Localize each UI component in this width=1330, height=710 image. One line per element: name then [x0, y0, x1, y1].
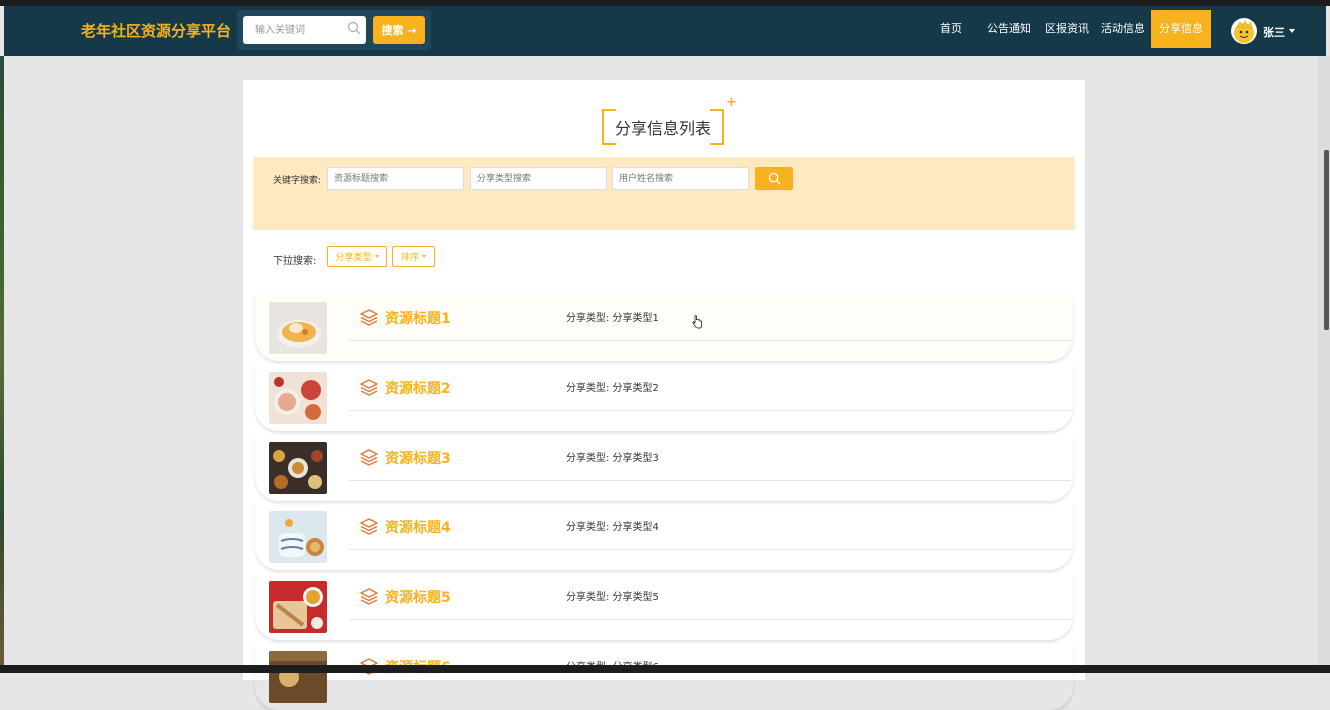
list-item[interactable]: 资源标题6 分享类型: 分享类型6 [255, 644, 1073, 710]
search-icon [768, 172, 781, 185]
list-item[interactable]: 资源标题1 分享类型: 分享类型1 [255, 295, 1073, 361]
user-menu-caret-icon[interactable] [1289, 29, 1295, 33]
main-content: 分享信息列表 + 关键字搜索: 下拉搜索: 分享类型 排序 [243, 80, 1085, 703]
item-thumbnail[interactable] [269, 442, 327, 494]
avatar[interactable] [1231, 18, 1257, 44]
item-thumbnail[interactable] [269, 581, 327, 633]
nav-item-district-news[interactable]: 区报资讯 [1045, 6, 1089, 56]
item-divider [349, 619, 1071, 620]
keyword-search-label: 关键字搜索: [273, 176, 322, 186]
sort-dropdown-label: 排序 [400, 253, 419, 263]
item-thumbnail[interactable] [269, 372, 327, 424]
layers-icon [360, 449, 378, 466]
page-scrollbar-thumb[interactable] [1324, 150, 1329, 330]
share-type-dropdown[interactable]: 分享类型 [327, 246, 387, 267]
item-title[interactable]: 资源标题3 [385, 448, 451, 468]
list-item[interactable]: 资源标题4 分享类型: 分享类型4 [255, 504, 1073, 570]
sort-dropdown[interactable]: 排序 [392, 246, 435, 267]
item-divider [349, 410, 1071, 411]
plus-icon: + [726, 95, 737, 110]
item-thumbnail[interactable] [269, 651, 327, 703]
item-share-type: 分享类型: 分享类型5 [566, 592, 659, 603]
item-title[interactable]: 资源标题1 [385, 308, 451, 328]
type-search-input[interactable] [470, 167, 607, 190]
item-share-type: 分享类型: 分享类型3 [566, 453, 659, 464]
item-title[interactable]: 资源标题2 [385, 378, 451, 398]
item-share-type: 分享类型: 分享类型4 [566, 522, 659, 533]
dropdown-search-label: 下拉搜索: [273, 256, 317, 267]
item-thumbnail[interactable] [269, 302, 327, 354]
nav-item-notice[interactable]: 公告通知 [987, 6, 1031, 56]
filter-search-button[interactable] [755, 167, 793, 190]
title-frame-gap-top [616, 109, 710, 111]
title-search-input[interactable] [327, 167, 464, 190]
caret-down-icon [422, 255, 426, 258]
page-scrollbar-track[interactable] [1318, 56, 1330, 665]
page-title: 分享信息列表 [602, 109, 724, 145]
layers-icon [360, 518, 378, 535]
nav-item-home[interactable]: 首页 [940, 6, 962, 56]
top-navbar: 老年社区资源分享平台 搜索 → 首页 公告通知 区报资讯 活动信息 分享信息 张… [4, 6, 1326, 56]
nav-item-share[interactable]: 分享信息 [1151, 10, 1211, 48]
item-divider [349, 340, 1071, 341]
list-item[interactable]: 资源标题5 分享类型: 分享类型5 [255, 574, 1073, 640]
food-image [269, 651, 327, 703]
caret-down-icon [374, 255, 379, 258]
food-image [269, 302, 327, 354]
nav-item-activity[interactable]: 活动信息 [1101, 6, 1145, 56]
username-search-input[interactable] [612, 167, 749, 190]
search-icon[interactable] [347, 21, 361, 35]
pointer-cursor-icon [692, 315, 702, 329]
list-item[interactable]: 资源标题2 分享类型: 分享类型2 [255, 365, 1073, 431]
food-image [269, 442, 327, 494]
food-image [269, 581, 327, 633]
site-brand[interactable]: 老年社区资源分享平台 [81, 20, 231, 41]
layers-icon [360, 309, 378, 326]
filter-panel: 关键字搜索: [253, 157, 1075, 230]
nav-search-box: 搜索 → [237, 10, 431, 50]
food-image [269, 372, 327, 424]
item-title[interactable]: 资源标题4 [385, 517, 451, 537]
item-share-type: 分享类型: 分享类型2 [566, 383, 659, 394]
item-divider [349, 480, 1071, 481]
food-image [269, 511, 327, 563]
nav-search-button[interactable]: 搜索 → [373, 16, 425, 44]
avatar-image [1234, 20, 1254, 43]
item-title[interactable]: 资源标题5 [385, 587, 451, 607]
item-divider [349, 549, 1071, 550]
list-item[interactable]: 资源标题3 分享类型: 分享类型3 [255, 435, 1073, 501]
title-frame-gap-bottom [616, 143, 710, 145]
layers-icon [360, 588, 378, 605]
layers-icon [360, 379, 378, 396]
item-thumbnail[interactable] [269, 511, 327, 563]
window-frame-bottom [0, 665, 1330, 673]
item-share-type: 分享类型: 分享类型1 [566, 313, 659, 324]
desktop-background-strip [0, 56, 4, 665]
username[interactable]: 张三 [1263, 24, 1285, 40]
share-type-dropdown-label: 分享类型 [335, 253, 372, 263]
